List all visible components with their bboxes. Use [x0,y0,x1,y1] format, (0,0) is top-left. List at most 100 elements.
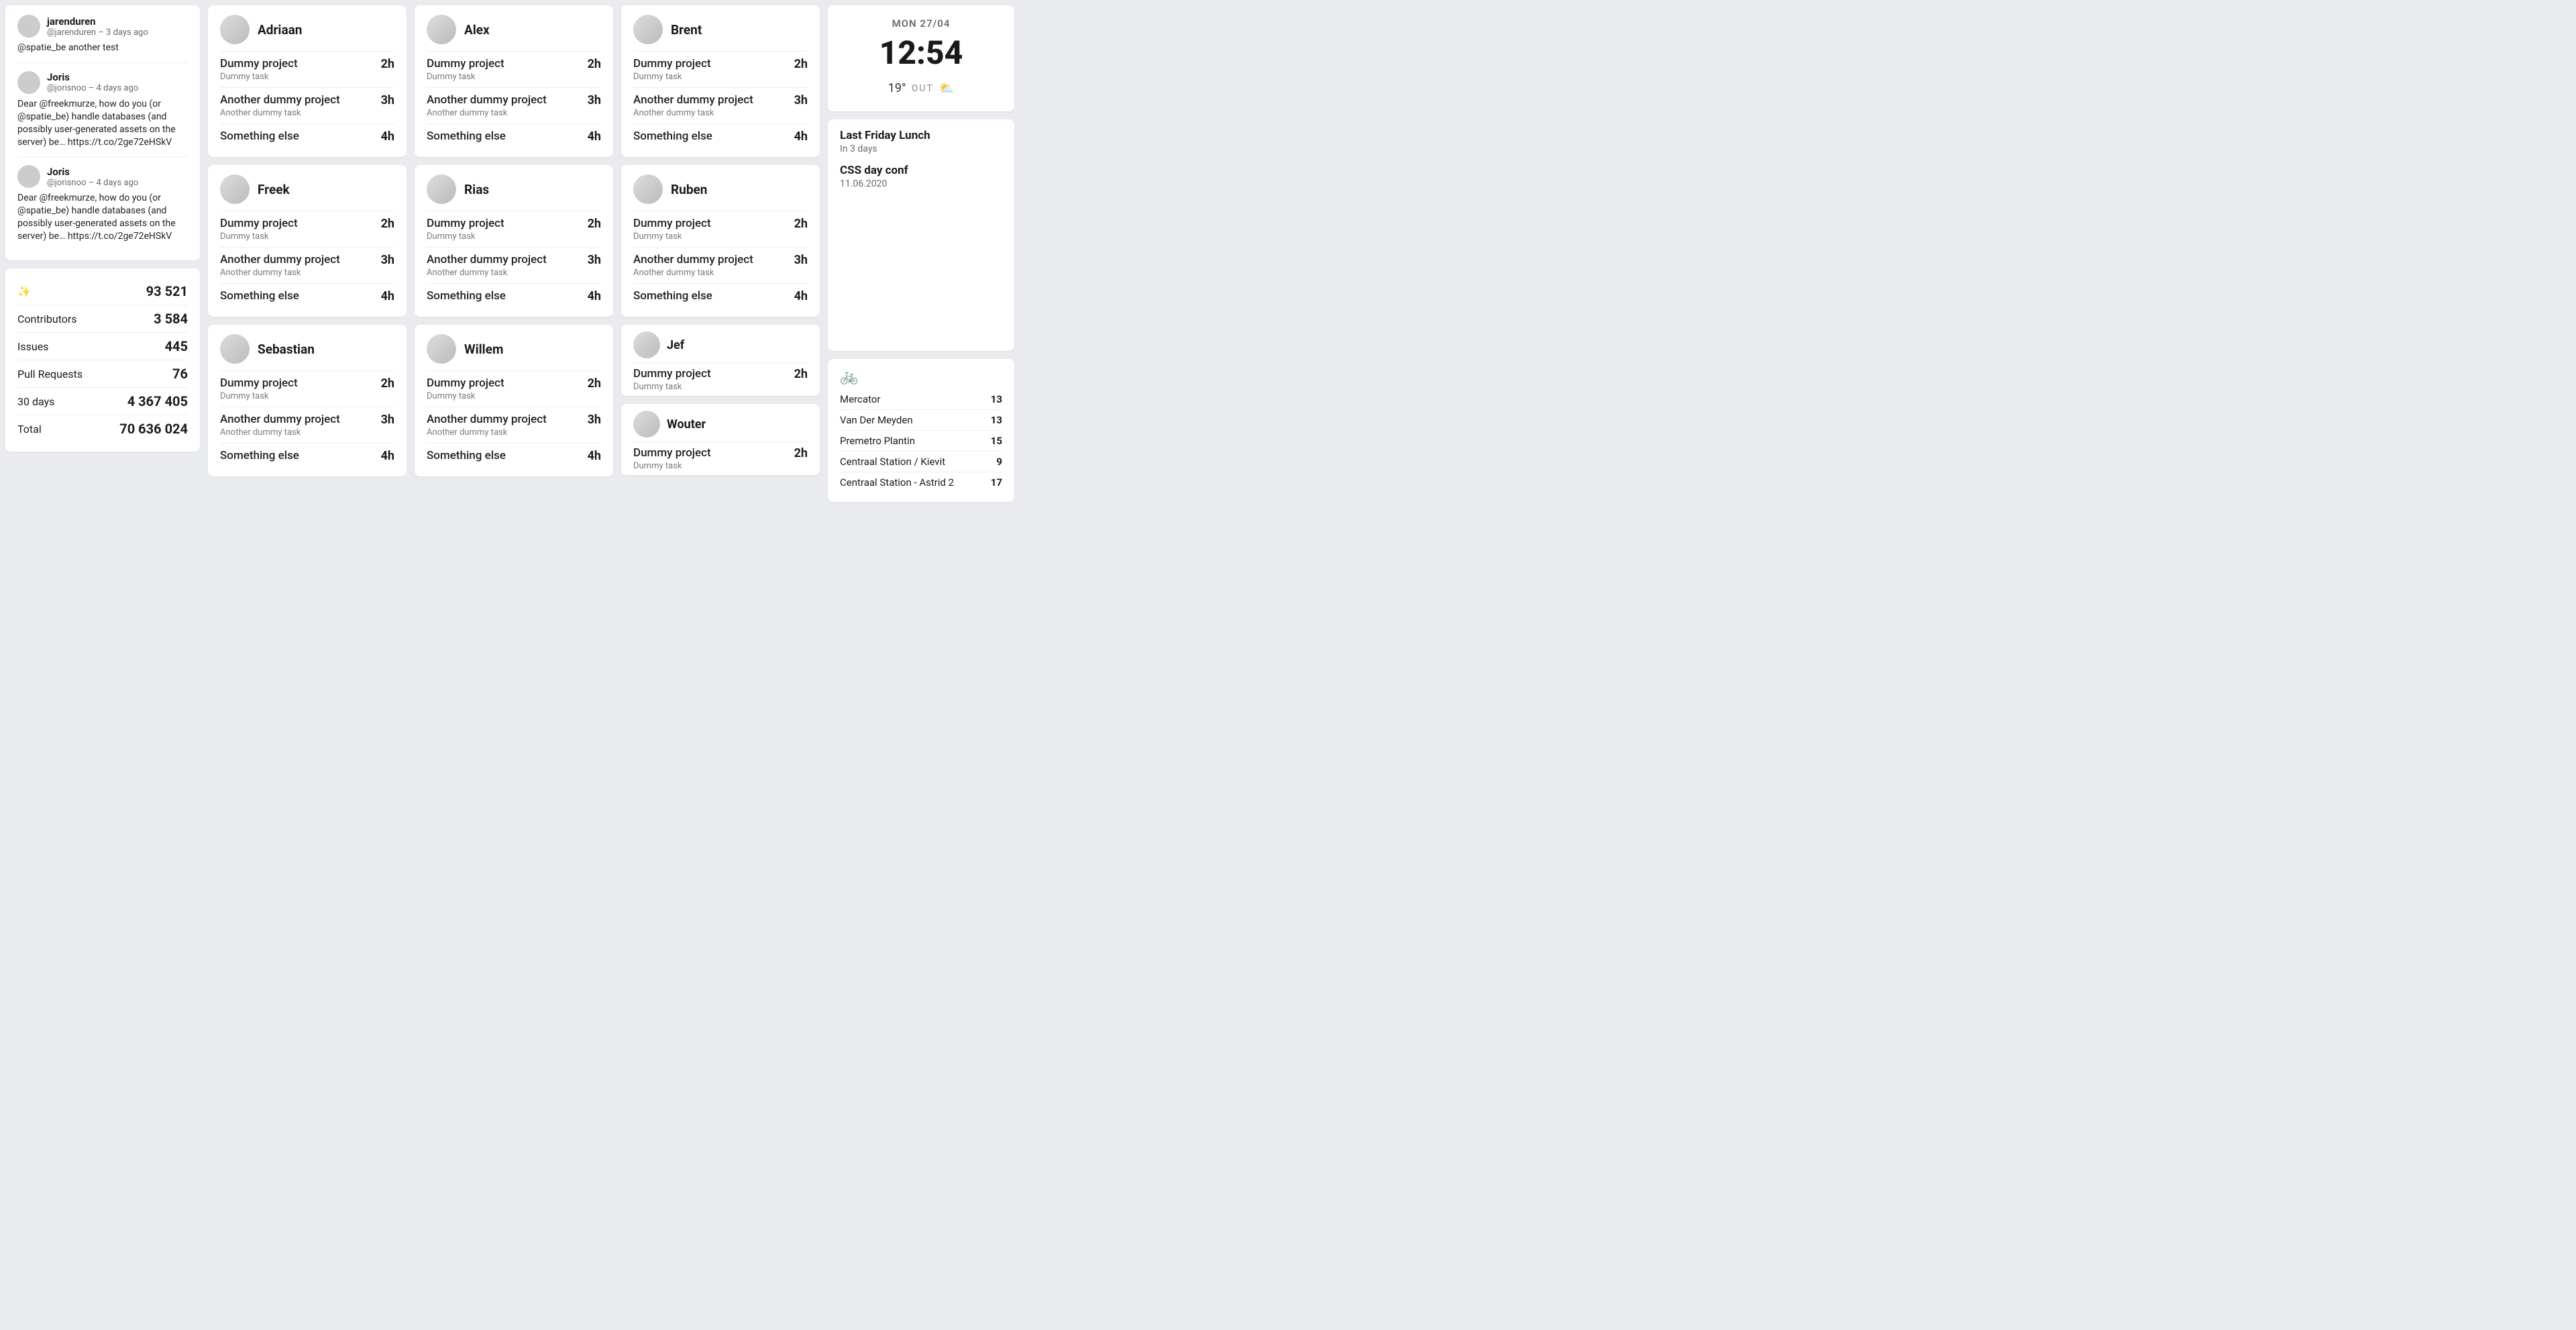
tweet-body: Dear @freekmurze, how do you (or @spatie… [17,192,188,243]
task-subtitle: Dummy task [427,72,504,82]
person-card: Sebastian Dummy project Dummy task 2h An… [208,325,407,476]
stat-label: Total [17,423,42,436]
avatar [427,15,456,44]
stat-row: Contributors3 584 [17,305,188,333]
person-card: Brent Dummy project Dummy task 2h Anothe… [621,5,820,157]
velo-row: Centraal Station - Astrid 2 17 [840,472,1002,493]
clock-temp: 19° [888,81,906,95]
task-title: Another dummy project [427,93,547,107]
task-subtitle: Another dummy task [220,268,340,278]
task-hours: 4h [794,130,808,144]
stat-value: 93 521 [146,283,188,299]
person-name: Wouter [667,417,706,431]
task-title: Dummy project [633,57,711,70]
task-row: Dummy project Dummy task 2h [220,370,394,407]
task-row: Something else 4h [427,443,601,468]
tweet: jarenduren @jarenduren – 3 days ago @spa… [17,15,188,63]
tweet-author: jarenduren [47,15,148,28]
task-title: Something else [220,130,299,143]
avatar [220,334,250,364]
people-column-1: Adriaan Dummy project Dummy task 2h Anot… [208,5,407,502]
stat-value: 70 636 024 [119,421,188,437]
event-title: CSS day conf [840,164,1002,177]
person-name: Freek [258,182,290,197]
avatar [427,174,456,204]
task-title: Dummy project [427,57,504,70]
task-title: Another dummy project [427,413,547,426]
task-title: Dummy project [220,57,298,70]
task-title: Dummy project [633,217,711,230]
event-subtitle: 11.06.2020 [840,178,1002,189]
stat-value: 76 [172,366,188,382]
tweet-meta: @jarenduren – 3 days ago [47,28,148,38]
task-title: Something else [427,130,506,143]
velo-row: Premetro Plantin15 [840,431,1002,452]
task-hours: 2h [588,57,601,71]
stat-value: 4 367 405 [127,393,188,409]
person-name: Ruben [671,182,707,197]
task-hours: 3h [588,93,601,107]
task-title: Something else [633,289,712,303]
task-row: Dummy project Dummy task 2h [220,211,394,247]
avatar [633,15,663,44]
task-hours: 4h [588,449,601,463]
velo-count: 13 [991,393,1002,405]
task-hours: 2h [381,376,394,391]
stat-row: Total 70 636 024 [17,415,188,442]
person-name: Alex [464,22,490,38]
task-title: Another dummy project [633,93,753,107]
task-title: Another dummy project [220,413,340,426]
stat-row: Issues445 [17,333,188,360]
task-hours: 4h [381,449,394,463]
task-hours: 4h [588,130,601,144]
task-row: Dummy project Dummy task 2h [633,51,808,87]
person-name: Sebastian [258,342,315,357]
task-title: Something else [220,449,299,462]
task-title: Another dummy project [427,253,547,266]
avatar [220,174,250,204]
clock-out-label: OUT [912,83,934,94]
task-row: Dummy project Dummy task 2h [633,362,808,392]
task-subtitle: Dummy task [427,232,504,242]
velo-station: Centraal Station - Astrid 2 [840,476,954,489]
person-name: Adriaan [258,22,302,38]
stats-card: ✨93 521Contributors3 584Issues445Pull Re… [5,268,200,452]
velo-station: Mercator [840,393,880,405]
person-card: Willem Dummy project Dummy task 2h Anoth… [415,325,613,476]
task-subtitle: Another dummy task [633,108,753,118]
avatar [17,15,40,38]
task-row: Another dummy project Another dummy task… [633,247,808,283]
task-title: Another dummy project [220,253,340,266]
velo-count: 17 [991,476,1002,489]
avatar [633,411,660,438]
task-row: Dummy project Dummy task 2h [427,51,601,87]
task-hours: 2h [794,217,808,231]
velo-station: Premetro Plantin [840,435,915,447]
event: Last Friday LunchIn 3 days [840,129,1002,154]
tweet-body: Dear @freekmurze, how do you (or @spatie… [17,98,188,149]
task-hours: 3h [381,253,394,267]
event-title: Last Friday Lunch [840,129,1002,142]
task-row: Something else 4h [220,283,394,309]
task-subtitle: Dummy task [220,232,298,242]
person-card-mini: Wouter Dummy project Dummy task 2h [621,404,820,475]
task-title: Something else [633,130,712,143]
right-column: MON 27/04 12:54 19° OUT ⛅ Last Friday Lu… [828,5,1014,502]
task-row: Dummy project Dummy task 2h [633,442,808,471]
task-hours: 2h [588,376,601,391]
tweet-author: Joris [47,166,138,178]
task-title: Dummy project [633,446,711,460]
task-hours: 3h [588,413,601,427]
stat-value: 3 584 [154,311,188,327]
task-hours: 2h [381,57,394,71]
avatar [633,174,663,204]
task-subtitle: Another dummy task [427,108,547,118]
task-hours: 2h [794,367,808,381]
stat-label: 30 days [17,395,54,408]
avatar [633,331,660,358]
people-column-3: Brent Dummy project Dummy task 2h Anothe… [621,5,820,502]
event: CSS day conf11.06.2020 [840,164,1002,189]
task-subtitle: Dummy task [633,382,711,392]
task-subtitle: Dummy task [633,72,711,82]
task-hours: 3h [794,93,808,107]
